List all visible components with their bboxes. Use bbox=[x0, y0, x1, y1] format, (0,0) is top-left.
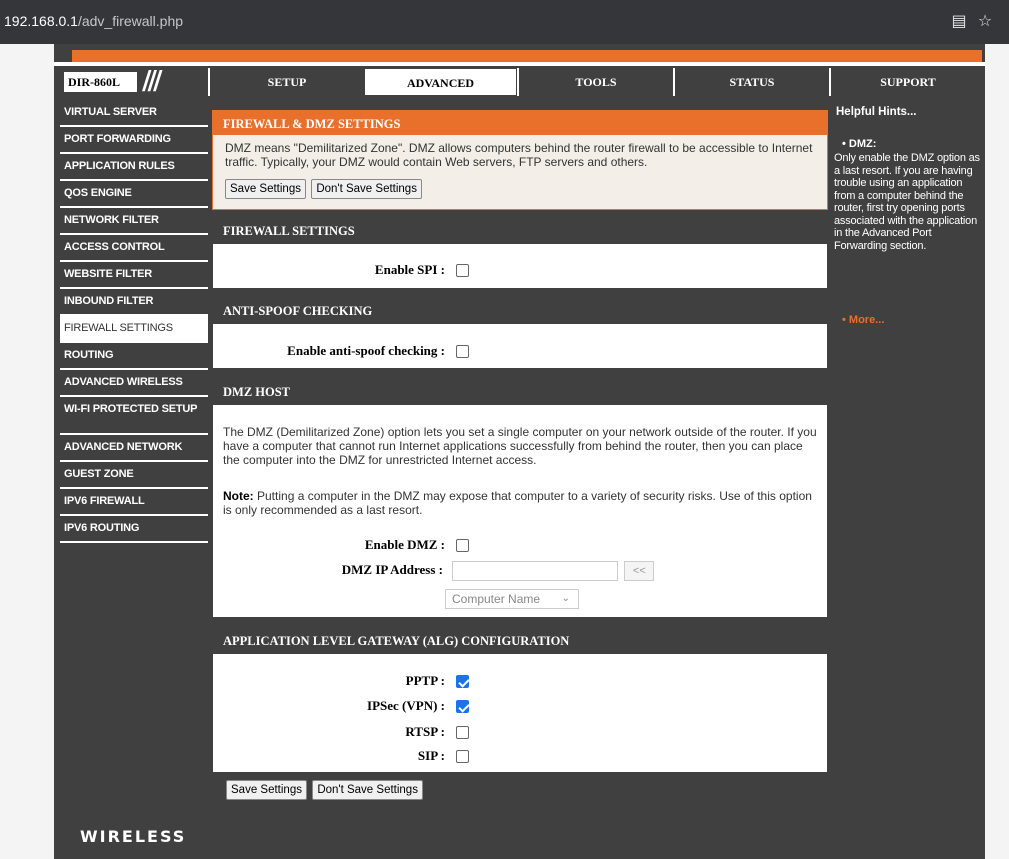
alg-panel: APPLICATION LEVEL GATEWAY (ALG) CONFIGUR… bbox=[212, 627, 828, 773]
sidebar: VIRTUAL SERVER PORT FORWARDING APPLICATI… bbox=[60, 100, 208, 543]
chevron-down-icon: ⌄ bbox=[561, 593, 570, 604]
anti-spoof-title: ANTI-SPOOF CHECKING bbox=[213, 298, 827, 324]
top-divider bbox=[54, 62, 985, 66]
enable-anti-spoof-label: Enable anti-spoof checking : bbox=[287, 343, 445, 358]
sip-label: SIP : bbox=[417, 748, 445, 763]
hints-title: Helpful Hints... bbox=[836, 106, 917, 118]
rtsp-label: RTSP : bbox=[405, 724, 445, 739]
sidebar-item-firewall-settings[interactable]: FIREWALL SETTINGS bbox=[60, 316, 208, 343]
pptp-checkbox[interactable] bbox=[456, 675, 470, 689]
tab-advanced[interactable]: ADVANCED bbox=[364, 68, 517, 96]
save-settings-button-bottom[interactable]: Save Settings bbox=[226, 780, 307, 800]
hints-more-link[interactable]: • More... bbox=[842, 314, 884, 326]
sidebar-item-inbound-filter[interactable]: INBOUND FILTER bbox=[60, 289, 208, 316]
hints-dmz-heading-text: DMZ: bbox=[848, 138, 877, 150]
sidebar-item-website-filter[interactable]: WEBSITE FILTER bbox=[60, 262, 208, 289]
model-slashes-icon: /// bbox=[142, 66, 162, 96]
enable-dmz-label: Enable DMZ : bbox=[364, 537, 445, 552]
reader-mode-icon[interactable]: ▤ bbox=[948, 10, 970, 32]
model-badge: DIR-860L /// bbox=[60, 68, 208, 94]
dmz-host-title: DMZ HOST bbox=[213, 379, 827, 405]
dont-save-settings-button-top[interactable]: Don't Save Settings bbox=[311, 179, 422, 199]
tab-setup[interactable]: SETUP bbox=[208, 68, 364, 96]
enable-dmz-checkbox[interactable] bbox=[456, 539, 470, 553]
tab-support[interactable]: SUPPORT bbox=[829, 68, 985, 96]
sidebar-item-advanced-wireless[interactable]: ADVANCED WIRELESS bbox=[60, 370, 208, 397]
sidebar-item-ipv6-routing[interactable]: IPV6 ROUTING bbox=[60, 516, 208, 543]
sidebar-item-routing[interactable]: ROUTING bbox=[60, 343, 208, 370]
sidebar-item-access-control[interactable]: ACCESS CONTROL bbox=[60, 235, 208, 262]
dmz-note-label: Note: bbox=[223, 489, 254, 503]
bookmark-star-icon[interactable]: ☆ bbox=[974, 10, 996, 32]
firewall-settings-title: FIREWALL SETTINGS bbox=[213, 218, 827, 244]
sidebar-item-virtual-server[interactable]: VIRTUAL SERVER bbox=[60, 100, 208, 127]
enable-spi-label: Enable SPI : bbox=[374, 262, 445, 277]
footer: WIRELESS bbox=[54, 810, 985, 859]
hints-more-label: More... bbox=[848, 314, 885, 326]
firewall-dmz-panel: FIREWALL & DMZ SETTINGS DMZ means "Demil… bbox=[212, 110, 828, 210]
alg-title: APPLICATION LEVEL GATEWAY (ALG) CONFIGUR… bbox=[213, 628, 827, 654]
browser-toolbar: 192.168.0.1/adv_firewall.php ▤ ☆ bbox=[0, 0, 1009, 44]
pptp-label: PPTP : bbox=[405, 673, 445, 688]
enable-spi-checkbox[interactable] bbox=[456, 264, 470, 278]
hints-dmz-heading: • DMZ: bbox=[842, 138, 877, 150]
firewall-settings-panel: FIREWALL SETTINGS Enable SPI : bbox=[212, 217, 828, 289]
sidebar-item-ipv6-firewall[interactable]: IPV6 FIREWALL bbox=[60, 489, 208, 516]
dmz-host-panel: DMZ HOST The DMZ (Demilitarized Zone) op… bbox=[212, 378, 828, 618]
firewall-dmz-description: DMZ means "Demilitarized Zone". DMZ allo… bbox=[225, 141, 813, 169]
sip-checkbox[interactable] bbox=[456, 750, 470, 764]
hints-dmz-text: Only enable the DMZ option as a last res… bbox=[834, 152, 980, 252]
dont-save-settings-button-bottom[interactable]: Don't Save Settings bbox=[312, 780, 423, 800]
sidebar-item-application-rules[interactable]: APPLICATION RULES bbox=[60, 154, 208, 181]
computer-name-value: Computer Name bbox=[452, 592, 541, 606]
dmz-ip-input[interactable] bbox=[452, 561, 619, 581]
model-name: DIR-860L bbox=[64, 72, 137, 92]
wireless-logo: WIRELESS bbox=[80, 827, 187, 846]
copy-computer-button[interactable]: << bbox=[624, 561, 655, 581]
computer-name-select[interactable]: Computer Name ⌄ bbox=[445, 589, 579, 609]
helpful-hints-panel: Helpful Hints... • DMZ: Only enable the … bbox=[832, 100, 982, 833]
ipsec-label: IPSec (VPN) : bbox=[367, 698, 445, 713]
bottom-buttons: Save Settings Don't Save Settings bbox=[226, 780, 423, 800]
sidebar-item-wifi-protected-setup[interactable]: WI-FI PROTECTED SETUP bbox=[60, 397, 208, 435]
sidebar-item-port-forwarding[interactable]: PORT FORWARDING bbox=[60, 127, 208, 154]
sidebar-item-network-filter[interactable]: NETWORK FILTER bbox=[60, 208, 208, 235]
address-bar[interactable]: 192.168.0.1/adv_firewall.php bbox=[4, 13, 183, 29]
tab-status[interactable]: STATUS bbox=[673, 68, 829, 96]
enable-anti-spoof-checkbox[interactable] bbox=[456, 345, 470, 359]
sidebar-item-qos-engine[interactable]: QOS ENGINE bbox=[60, 181, 208, 208]
firewall-dmz-title: FIREWALL & DMZ SETTINGS bbox=[213, 111, 827, 135]
sidebar-item-guest-zone[interactable]: GUEST ZONE bbox=[60, 462, 208, 489]
sidebar-item-advanced-network[interactable]: ADVANCED NETWORK bbox=[60, 435, 208, 462]
rtsp-checkbox[interactable] bbox=[456, 726, 470, 740]
dmz-note: Note: Putting a computer in the DMZ may … bbox=[223, 489, 819, 517]
orange-top-bar bbox=[72, 50, 982, 62]
dmz-note-text: Putting a computer in the DMZ may expose… bbox=[223, 489, 812, 517]
dmz-ip-label: DMZ IP Address : bbox=[341, 562, 443, 578]
ipsec-checkbox[interactable] bbox=[456, 700, 470, 714]
dmz-host-description: The DMZ (Demilitarized Zone) option lets… bbox=[223, 425, 817, 467]
url-host: 192.168.0.1 bbox=[4, 13, 78, 29]
save-settings-button-top[interactable]: Save Settings bbox=[225, 179, 306, 199]
url-path: /adv_firewall.php bbox=[77, 13, 184, 29]
tab-tools[interactable]: TOOLS bbox=[517, 68, 673, 96]
anti-spoof-panel: ANTI-SPOOF CHECKING Enable anti-spoof ch… bbox=[212, 297, 828, 369]
